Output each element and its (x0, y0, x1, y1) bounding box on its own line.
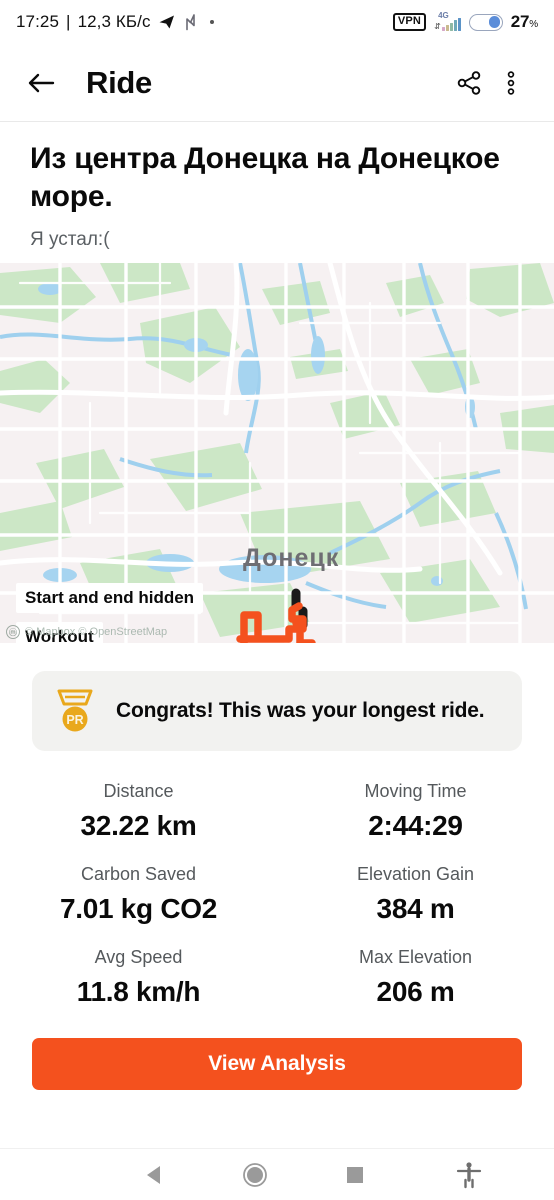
stat-label: Distance (103, 781, 174, 801)
stat-value: 206 m (376, 976, 455, 1007)
stat-label: Elevation Gain (356, 864, 475, 884)
signal-strength-icon: 4G ⇵ (434, 10, 461, 31)
page-title: Ride (86, 64, 152, 100)
back-arrow-icon[interactable] (22, 64, 60, 102)
status-bar-left: 17:25 | 12,3 КБ/с (16, 12, 214, 32)
share-icon[interactable] (448, 62, 490, 104)
stat-avg-speed: Avg Speed 11.8 km/h (0, 939, 277, 1022)
network-type-label: 4G (438, 10, 449, 20)
status-network-speed: 12,3 КБ/с (77, 12, 151, 31)
stats-row: Distance 32.22 km Moving Time 2:44:29 (0, 773, 554, 856)
stat-label: Max Elevation (358, 947, 473, 967)
activity-title: Из центра Донецка на Донецкое море. (30, 142, 500, 213)
stat-moving-time: Moving Time 2:44:29 (277, 773, 554, 856)
map-city-label: Донецк (243, 544, 340, 572)
battery-percent: 27% (510, 12, 538, 31)
stat-value: 32.22 km (80, 810, 197, 841)
status-bar-right: VPN 4G ⇵ 27% (392, 10, 538, 32)
status-time: 17:25 (16, 12, 60, 31)
svg-text:PR: PR (66, 713, 83, 727)
route-map[interactable]: Донецк ВЕРТИКАЛЬНИЙ АВДОТІНЕ SHYROKYI HA… (0, 263, 554, 643)
stat-carbon-saved: Carbon Saved 7.01 kg CO2 (0, 856, 277, 939)
dot-icon (209, 20, 214, 24)
stat-elevation-gain: Elevation Gain 384 m (277, 856, 554, 939)
stat-label: Avg Speed (94, 947, 183, 967)
map-label-start-end-hidden: Start and end hidden (16, 583, 204, 613)
map-attribution-text: © Mapbox © OpenStreetMap (25, 626, 168, 638)
stat-label: Carbon Saved (80, 864, 197, 884)
system-navigation-bar (0, 1148, 554, 1200)
stat-max-elevation: Max Elevation 206 m (277, 939, 554, 1022)
stat-value: 2:44:29 (368, 810, 463, 841)
stat-value: 11.8 km/h (76, 976, 201, 1007)
strava-activity-icon (183, 13, 198, 31)
stat-distance: Distance 32.22 km (0, 773, 277, 856)
telegram-icon (158, 13, 176, 31)
activity-description: Я устал:( (30, 229, 110, 250)
stats-row: Carbon Saved 7.01 kg CO2 Elevation Gain … (0, 856, 554, 939)
mapbox-logo-icon: ⓜ (6, 625, 20, 639)
achievement-message: Congrats! This was your longest ride. (116, 699, 485, 722)
activity-header: Из центра Донецка на Донецкое море. Я ус… (0, 122, 554, 263)
stat-label: Moving Time (364, 781, 467, 801)
pr-medal-icon: PR (54, 688, 96, 734)
app-bar: Ride (0, 44, 554, 122)
status-separator: | (66, 12, 71, 31)
nav-back-triangle-icon[interactable] (105, 1164, 205, 1186)
more-vertical-icon[interactable] (490, 62, 532, 104)
nav-recents-square-icon[interactable] (305, 1165, 405, 1185)
cta-section: View Analysis (0, 1022, 554, 1090)
battery-icon (468, 13, 503, 31)
nav-home-circle-icon[interactable] (205, 1162, 305, 1188)
accessibility-person-icon[interactable] (419, 1161, 519, 1189)
stats-grid: Distance 32.22 km Moving Time 2:44:29 Ca… (0, 751, 554, 1022)
stats-row: Avg Speed 11.8 km/h Max Elevation 206 m (0, 939, 554, 1022)
vpn-badge: VPN (392, 13, 427, 31)
achievement-section: PR Congrats! This was your longest ride. (0, 643, 554, 751)
status-bar: 17:25 | 12,3 КБ/с VPN 4G ⇵ 27% (0, 0, 554, 44)
view-analysis-button[interactable]: View Analysis (32, 1038, 522, 1090)
data-transfer-icon: ⇵ (434, 21, 441, 31)
stat-value: 384 m (376, 893, 455, 924)
achievement-banner[interactable]: PR Congrats! This was your longest ride. (32, 671, 522, 751)
map-attribution: ⓜ © Mapbox © OpenStreetMap (6, 625, 167, 639)
stat-value: 7.01 kg CO2 (59, 893, 217, 924)
